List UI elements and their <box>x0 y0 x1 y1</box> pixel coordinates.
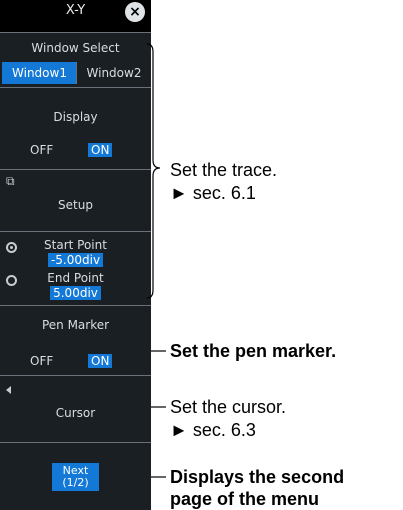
trace-annotation-line2: ► sec. 6.1 <box>170 183 256 203</box>
trace-bracket <box>146 43 161 299</box>
next-annotation-line2: page of the menu <box>170 489 320 509</box>
trace-annotation-line1: Set the trace. <box>170 160 278 180</box>
pen-marker-annotation: Set the pen marker. <box>170 341 337 361</box>
cursor-annotation-line1: Set the cursor. <box>170 397 287 417</box>
cursor-annotation-line2: ► sec. 6.3 <box>170 420 256 440</box>
next-annotation-line1: Displays the second <box>170 467 345 487</box>
